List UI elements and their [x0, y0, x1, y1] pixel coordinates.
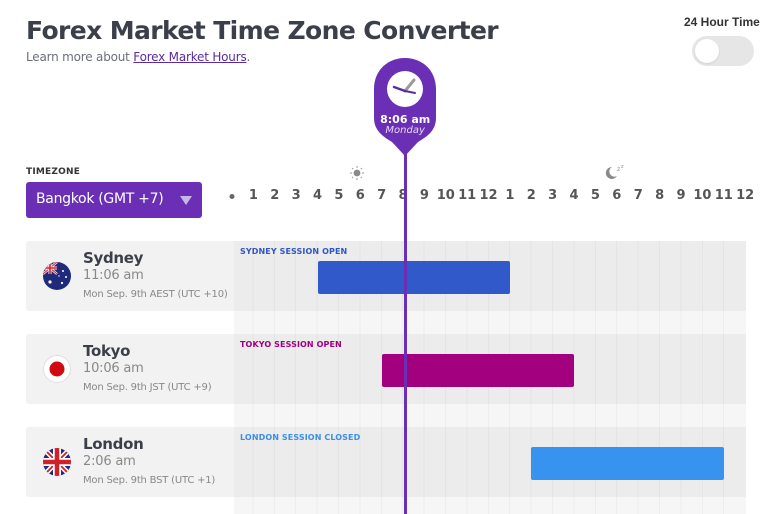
row-spacer — [234, 497, 746, 514]
sun-icon — [350, 166, 364, 180]
market-date: Mon Sep. 9th BST (UTC +1) — [83, 475, 216, 486]
24-hour-toggle[interactable] — [692, 36, 754, 66]
24-hour-toggle-label: 24 Hour Time — [684, 15, 760, 29]
market-info: Sydney 11:06 am Mon Sep. 9th AEST (UTC +… — [26, 241, 234, 311]
market-info: Tokyo 10:06 am Mon Sep. 9th JST (UTC +9) — [26, 334, 234, 404]
subtitle-prefix: Learn more about — [26, 50, 134, 64]
hour-tick: 11 — [714, 188, 733, 203]
market-city: Sydney — [83, 249, 144, 267]
subtitle: Learn more about Forex Market Hours. — [26, 50, 250, 64]
current-day: Monday — [385, 125, 425, 136]
svg-text:z: z — [621, 164, 624, 170]
session-bar — [531, 447, 724, 480]
uk-flag-icon — [43, 448, 71, 476]
hour-tick: 4 — [312, 188, 323, 203]
session-track: SYDNEY SESSION OPEN — [234, 241, 746, 311]
hour-tick: 10 — [436, 188, 455, 203]
market-date: Mon Sep. 9th AEST (UTC +10) — [83, 289, 228, 300]
hour-tick: 3 — [291, 188, 301, 203]
hour-tick: 2 — [526, 188, 536, 203]
market-date: Mon Sep. 9th JST (UTC +9) — [83, 382, 212, 393]
session-bar — [317, 261, 510, 294]
session-track: LONDON SESSION CLOSED — [234, 427, 746, 497]
session-status: TOKYO SESSION OPEN — [240, 340, 342, 349]
hour-tick: 3 — [548, 188, 558, 203]
market-row-tokyo: Tokyo 10:06 am Mon Sep. 9th JST (UTC +9)… — [26, 334, 746, 404]
session-status: LONDON SESSION CLOSED — [240, 433, 361, 442]
hour-tick: 5 — [590, 188, 600, 203]
current-time-needle[interactable] — [403, 150, 407, 514]
market-city: Tokyo — [83, 342, 131, 360]
market-row-sydney: Sydney 11:06 am Mon Sep. 9th AEST (UTC +… — [26, 241, 746, 311]
hour-tick: 11 — [458, 188, 477, 203]
hour-tick: 10 — [693, 188, 712, 203]
moon-sleep-icon: z z — [605, 164, 624, 179]
hour-tick: 1 — [505, 188, 515, 203]
hour-tick: 1 — [248, 188, 258, 203]
market-time: 11:06 am — [83, 268, 144, 283]
hour-tick: 6 — [355, 188, 365, 203]
timezone-label: TIMEZONE — [26, 167, 81, 177]
hour-tick-midnight — [229, 194, 235, 199]
hour-tick: 12 — [736, 188, 755, 203]
session-track: TOKYO SESSION OPEN — [234, 334, 746, 404]
market-time: 2:06 am — [83, 454, 136, 469]
hour-tick: 7 — [377, 188, 387, 203]
svg-text:z: z — [617, 166, 620, 173]
market-city: London — [83, 435, 144, 453]
hour-tick: 2 — [270, 188, 280, 203]
hour-tick: 9 — [419, 188, 429, 203]
row-spacer — [234, 404, 746, 427]
page-title: Forex Market Time Zone Converter — [26, 16, 499, 45]
japan-flag-icon — [43, 355, 71, 383]
australia-flag-icon — [43, 262, 71, 290]
hour-tick: 4 — [569, 188, 579, 203]
hour-tick: 7 — [633, 188, 643, 203]
hour-axis: 123456789101112123456789101112 — [0, 188, 775, 208]
hour-tick: 6 — [612, 188, 622, 203]
subtitle-suffix: . — [246, 50, 251, 64]
toggle-knob — [695, 39, 719, 63]
current-time-pin[interactable] — [372, 56, 438, 158]
session-bar — [381, 354, 575, 387]
hour-tick: 9 — [676, 188, 686, 203]
market-info: London 2:06 am Mon Sep. 9th BST (UTC +1) — [26, 427, 234, 497]
hour-tick: 5 — [334, 188, 344, 203]
market-time: 10:06 am — [83, 361, 144, 376]
session-status: SYDNEY SESSION OPEN — [240, 247, 348, 256]
clock-icon — [387, 71, 424, 107]
hour-tick: 8 — [655, 188, 665, 203]
market-row-london: London 2:06 am Mon Sep. 9th BST (UTC +1)… — [26, 427, 746, 497]
hour-tick: 12 — [479, 188, 498, 203]
row-spacer — [234, 311, 746, 334]
forex-market-hours-link[interactable]: Forex Market Hours — [133, 50, 246, 64]
